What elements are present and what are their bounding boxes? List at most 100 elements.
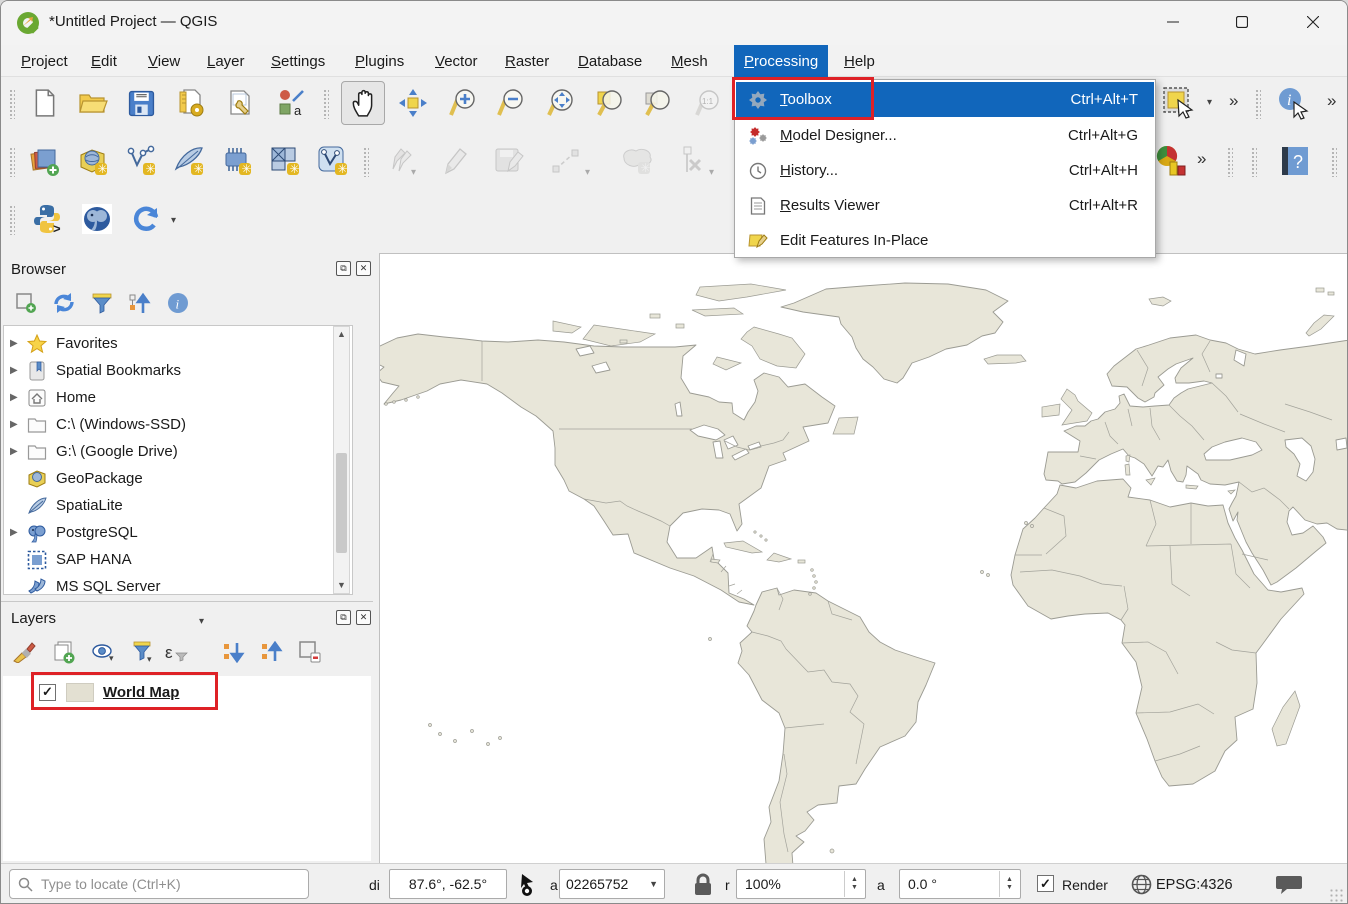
toolbar-grip[interactable]	[363, 147, 369, 177]
browser-item-home[interactable]: ▶ Home	[4, 384, 352, 411]
python-console-button[interactable]: >	[25, 197, 69, 241]
menu-settings[interactable]: Settings	[261, 45, 335, 77]
data-source-manager-button[interactable]	[23, 139, 67, 183]
browser-collapse-all-button[interactable]	[125, 289, 155, 317]
new-shapefile-layer-button[interactable]: ✳	[119, 139, 163, 183]
resize-grip[interactable]	[1329, 888, 1343, 902]
browser-close-button[interactable]: ✕	[356, 261, 371, 276]
menu-mesh[interactable]: Mesh	[661, 45, 718, 77]
layer-visibility-checkbox[interactable]: ✓	[39, 684, 56, 701]
spin-buttons[interactable]: ▲▼	[999, 871, 1019, 897]
layers-close-button[interactable]: ✕	[356, 610, 371, 625]
menu-layer[interactable]: Layer	[197, 45, 255, 77]
magnifier-spinbox[interactable]: 100% ▲▼	[736, 869, 866, 899]
toolbar-grip[interactable]	[1227, 147, 1233, 177]
menu-item-model-designer[interactable]: Model Designer... Ctrl+Alt+G	[736, 118, 1154, 153]
scroll-up-arrow[interactable]: ▲	[334, 327, 349, 342]
expand-arrow-icon[interactable]: ▶	[10, 419, 20, 430]
zoom-in-button[interactable]	[441, 81, 485, 125]
scale-combo[interactable]: 02265752 ▼	[559, 869, 665, 899]
save-edits-button[interactable]	[487, 139, 531, 183]
coordinate-box[interactable]: 87.6°, -62.5°	[389, 869, 507, 899]
current-edits-button[interactable]: ▾	[377, 139, 421, 183]
toolbar-overflow-chevron[interactable]: »	[1197, 149, 1206, 169]
expand-arrow-icon[interactable]: ▶	[10, 365, 20, 376]
layers-manage-themes-button[interactable]: ▾	[89, 638, 119, 666]
layers-styling-button[interactable]	[9, 638, 39, 666]
vertex-tool-button[interactable]: ▾	[669, 139, 713, 183]
zoom-to-selection-button[interactable]	[587, 81, 631, 125]
toolbar-grip[interactable]	[9, 205, 15, 235]
menu-processing[interactable]: Processing	[734, 45, 828, 77]
expand-arrow-icon[interactable]: ▶	[10, 338, 20, 349]
browser-item-spatialite[interactable]: SpatiaLite	[4, 492, 352, 519]
layers-filter-legend-button[interactable]: ▾	[129, 638, 159, 666]
browser-filter-button[interactable]	[87, 289, 117, 317]
browser-add-layer-button[interactable]	[11, 289, 41, 317]
toolbar-grip[interactable]	[9, 89, 15, 119]
zoom-out-button[interactable]	[489, 81, 533, 125]
menu-item-toolbox[interactable]: Toolbox Ctrl+Alt+T	[736, 82, 1154, 117]
menu-view[interactable]: View	[138, 45, 190, 77]
layers-add-group-button[interactable]	[49, 638, 79, 666]
crs-status[interactable]: EPSG:4326	[1156, 877, 1233, 893]
refresh-dropdown-caret[interactable]: ▾	[171, 215, 176, 226]
browser-item-spatial-bookmarks[interactable]: ▶ Spatial Bookmarks	[4, 357, 352, 384]
expand-arrow-icon[interactable]: ▶	[10, 392, 20, 403]
select-dropdown-caret[interactable]: ▾	[1207, 97, 1212, 108]
help-contents-button[interactable]: ?	[1273, 139, 1317, 183]
rotation-spinbox[interactable]: 0.0 ° ▲▼	[899, 869, 1021, 899]
layers-float-button[interactable]: ⧉	[336, 610, 351, 625]
toolbar-grip[interactable]	[1251, 147, 1257, 177]
postgis-button[interactable]	[75, 197, 119, 241]
toolbar-grip[interactable]	[1331, 147, 1337, 177]
new-project-button[interactable]	[23, 81, 67, 125]
save-project-button[interactable]	[119, 81, 163, 125]
browser-properties-button[interactable]: i	[163, 289, 193, 317]
render-checkbox[interactable]: ✓	[1037, 875, 1054, 892]
menu-vector[interactable]: Vector	[425, 45, 488, 77]
lock-scale-icon[interactable]	[693, 873, 713, 897]
new-gpx-layer-button[interactable]: ✳	[311, 139, 355, 183]
browser-item-g-drive[interactable]: ▶ G:\ (Google Drive)	[4, 438, 352, 465]
minimize-button[interactable]	[1150, 1, 1196, 43]
browser-item-postgresql[interactable]: ▶ PostgreSQL	[4, 519, 352, 546]
title-bar[interactable]: *Untitled Project — QGIS	[1, 1, 1347, 45]
zoom-to-layer-button[interactable]	[635, 81, 679, 125]
layers-collapse-all-button[interactable]	[257, 638, 287, 666]
layer-row-world-map[interactable]: ✓ World Map	[3, 676, 371, 708]
new-geopackage-layer-button[interactable]: ✳	[71, 139, 115, 183]
menu-database[interactable]: Database	[568, 45, 652, 77]
map-canvas[interactable]	[379, 253, 1348, 863]
layers-filter-expression-button[interactable]: ε	[164, 638, 194, 666]
new-print-layout-button[interactable]	[169, 81, 213, 125]
scale-dropdown-caret[interactable]: ▼	[649, 879, 658, 889]
menu-help[interactable]: Help	[834, 45, 885, 77]
browser-item-geopackage[interactable]: GeoPackage	[4, 465, 352, 492]
crs-globe-icon[interactable]	[1131, 874, 1152, 895]
digitize-line-button[interactable]: ▾	[545, 139, 589, 183]
browser-float-button[interactable]: ⧉	[336, 261, 351, 276]
browser-item-c-drive[interactable]: ▶ C:\ (Windows-SSD)	[4, 411, 352, 438]
browser-item-sap-hana[interactable]: SAP HANA	[4, 546, 352, 573]
toolbar-grip[interactable]	[1255, 89, 1261, 119]
messages-bubble-icon[interactable]	[1275, 873, 1303, 897]
toolbar-overflow-chevron[interactable]: »	[1327, 91, 1336, 111]
menu-item-results-viewer[interactable]: Results Viewer Ctrl+Alt+R	[736, 188, 1154, 223]
open-project-button[interactable]	[71, 81, 115, 125]
select-features-button[interactable]	[1157, 81, 1201, 125]
menu-raster[interactable]: Raster	[495, 45, 559, 77]
scroll-down-arrow[interactable]: ▼	[334, 578, 349, 593]
toolbar-overflow-chevron[interactable]: »	[1229, 91, 1238, 111]
spin-buttons[interactable]: ▲▼	[844, 871, 864, 897]
toggle-editing-button[interactable]	[433, 139, 477, 183]
menu-plugins[interactable]: Plugins	[345, 45, 414, 77]
toolbar-grip[interactable]	[323, 89, 329, 119]
browser-item-favorites[interactable]: ▶ Favorites	[4, 330, 352, 357]
new-virtual-layer-button[interactable]: ✳	[215, 139, 259, 183]
new-mesh-layer-button[interactable]: ✳	[263, 139, 307, 183]
scrollbar-thumb[interactable]	[336, 453, 347, 553]
menu-item-history[interactable]: History... Ctrl+Alt+H	[736, 153, 1154, 188]
refresh-map-button[interactable]	[125, 197, 169, 241]
close-button[interactable]	[1290, 1, 1336, 43]
